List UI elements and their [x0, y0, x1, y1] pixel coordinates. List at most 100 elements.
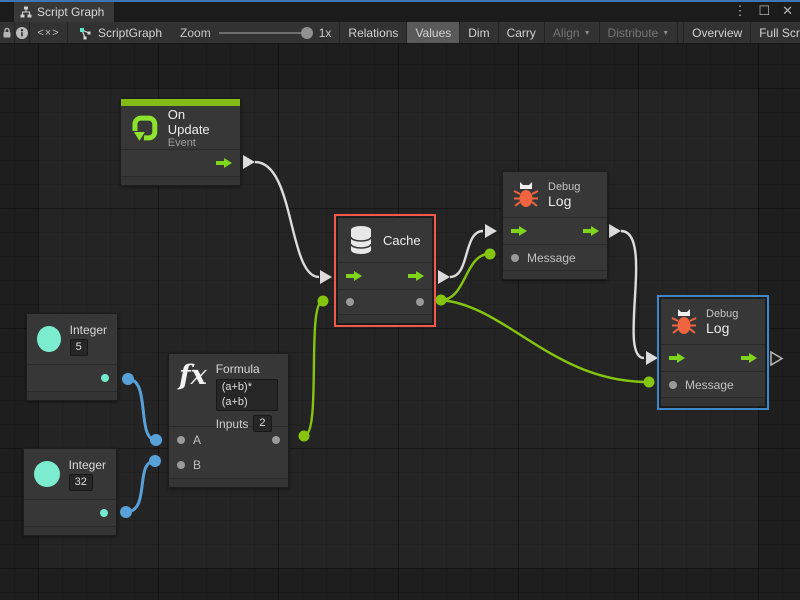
- graph-tab-icon: [20, 6, 32, 18]
- window-menu-icon[interactable]: ⋮: [730, 3, 749, 19]
- bug-icon: [671, 308, 697, 336]
- value-endpoint-dot: [436, 295, 447, 306]
- port-label: B: [193, 458, 201, 472]
- flow-output-port[interactable]: [216, 158, 232, 168]
- message-input-port[interactable]: [511, 254, 519, 262]
- node-footer: [169, 478, 288, 487]
- value-input-port[interactable]: [346, 298, 354, 306]
- align-dropdown[interactable]: Align ▼: [544, 22, 599, 43]
- zoom-label: Zoom: [180, 26, 211, 40]
- node-integer-top[interactable]: Integer 5: [26, 313, 118, 401]
- relations-button[interactable]: Relations: [339, 22, 406, 43]
- dim-button[interactable]: Dim: [459, 22, 497, 43]
- integer-value-field[interactable]: 5: [70, 339, 88, 356]
- value-endpoint-dot: [150, 434, 162, 446]
- info-icon: [15, 26, 29, 40]
- values-button[interactable]: Values: [406, 22, 459, 43]
- node-footer: [503, 270, 607, 279]
- value-endpoint-dot: [485, 249, 496, 260]
- formula-fx-icon: fx: [179, 362, 207, 389]
- input-b-port[interactable]: [177, 461, 185, 469]
- node-title: On Update: [168, 107, 230, 137]
- flow-output-port[interactable]: [583, 226, 599, 236]
- flow-input-port[interactable]: [346, 271, 362, 281]
- flow-output-port[interactable]: [408, 271, 424, 281]
- inputs-count-field[interactable]: 2: [253, 415, 271, 432]
- zoom-control: Zoom 1x: [172, 22, 339, 43]
- node-cache[interactable]: Cache: [337, 217, 433, 324]
- node-formula[interactable]: fx Formula (a+b)*(a+b) Inputs 2 A B: [168, 353, 289, 488]
- loop-event-icon: [131, 114, 159, 142]
- toolbar-buttons: Relations Values Dim Carry Align ▼ Distr…: [339, 22, 800, 43]
- node-title: Log: [706, 320, 738, 336]
- value-endpoint-dot: [120, 506, 132, 518]
- graph-toolbar: <×> ScriptGraph Zoom 1x Relations Values…: [0, 22, 800, 44]
- node-footer: [661, 397, 765, 406]
- value-output-port[interactable]: [416, 298, 424, 306]
- inputs-label: Inputs: [216, 417, 249, 431]
- flow-input-port[interactable]: [669, 353, 685, 363]
- zoom-value: 1x: [319, 26, 332, 40]
- node-title: Integer: [69, 458, 106, 472]
- info-button[interactable]: [15, 22, 30, 43]
- message-input-port[interactable]: [669, 381, 677, 389]
- window-controls: ⋮ ☐ ✕: [730, 0, 796, 22]
- node-subtitle: Event: [168, 137, 230, 149]
- value-output-port[interactable]: [101, 374, 109, 382]
- port-label: A: [193, 433, 201, 447]
- node-footer: [121, 176, 240, 185]
- result-output-port[interactable]: [272, 436, 280, 444]
- fullscreen-button[interactable]: Full Screen: [750, 22, 800, 43]
- graph-name-label: ScriptGraph: [98, 26, 162, 40]
- integer-value-field[interactable]: 32: [69, 474, 93, 491]
- script-graph-icon: [78, 26, 92, 40]
- input-a-port[interactable]: [177, 436, 185, 444]
- event-accent-bar: [121, 99, 240, 106]
- value-output-port[interactable]: [100, 509, 108, 517]
- zoom-slider-handle[interactable]: [301, 27, 313, 39]
- value-endpoint-dot: [122, 373, 134, 385]
- node-title: Log: [548, 193, 580, 209]
- flow-output-port[interactable]: [741, 353, 757, 363]
- node-title: Cache: [383, 233, 421, 248]
- window-close-icon[interactable]: ✕: [779, 3, 796, 19]
- port-label: Message: [685, 378, 734, 392]
- node-integer-bottom[interactable]: Integer 32: [23, 448, 117, 536]
- tab-label: Script Graph: [37, 5, 104, 19]
- bug-icon: [513, 181, 539, 209]
- focus-highlight-line: [0, 0, 800, 2]
- overview-button[interactable]: Overview: [683, 22, 750, 43]
- window-tab-bar: Script Graph ⋮ ☐ ✕: [0, 0, 800, 22]
- node-footer: [27, 391, 117, 400]
- database-icon: [348, 225, 374, 255]
- chevron-down-icon: ▼: [584, 30, 591, 37]
- value-endpoint-dot: [149, 455, 161, 467]
- zoom-slider[interactable]: [219, 32, 311, 34]
- flow-input-port[interactable]: [511, 226, 527, 236]
- carry-button[interactable]: Carry: [498, 22, 544, 43]
- chevron-down-icon: ▼: [662, 30, 669, 37]
- node-title: Integer: [70, 323, 107, 337]
- distribute-dropdown[interactable]: Distribute ▼: [599, 22, 678, 43]
- code-view-toggle-button[interactable]: <×>: [30, 22, 68, 43]
- lock-button[interactable]: [0, 22, 15, 43]
- lock-icon: [0, 26, 14, 40]
- node-category: Debug: [548, 181, 580, 193]
- integer-type-icon: [34, 461, 60, 487]
- node-on-update[interactable]: On Update Event: [120, 98, 241, 186]
- node-footer: [24, 526, 116, 535]
- tab-script-graph[interactable]: Script Graph: [14, 2, 114, 22]
- value-endpoint-dot: [644, 377, 655, 388]
- value-endpoint-dot: [318, 296, 329, 307]
- node-debug-log-bottom[interactable]: Debug Log Message: [660, 298, 766, 407]
- node-footer: [338, 314, 432, 323]
- window-maximize-icon[interactable]: ☐: [755, 3, 773, 19]
- node-debug-log-top[interactable]: Debug Log Message: [502, 171, 608, 280]
- value-endpoint-dot: [299, 431, 310, 442]
- integer-type-icon: [37, 326, 61, 352]
- port-label: Message: [527, 251, 576, 265]
- node-title: Formula: [216, 362, 278, 376]
- graph-breadcrumb[interactable]: ScriptGraph: [68, 22, 172, 43]
- formula-expression-field[interactable]: (a+b)*(a+b): [216, 379, 278, 411]
- node-category: Debug: [706, 308, 738, 320]
